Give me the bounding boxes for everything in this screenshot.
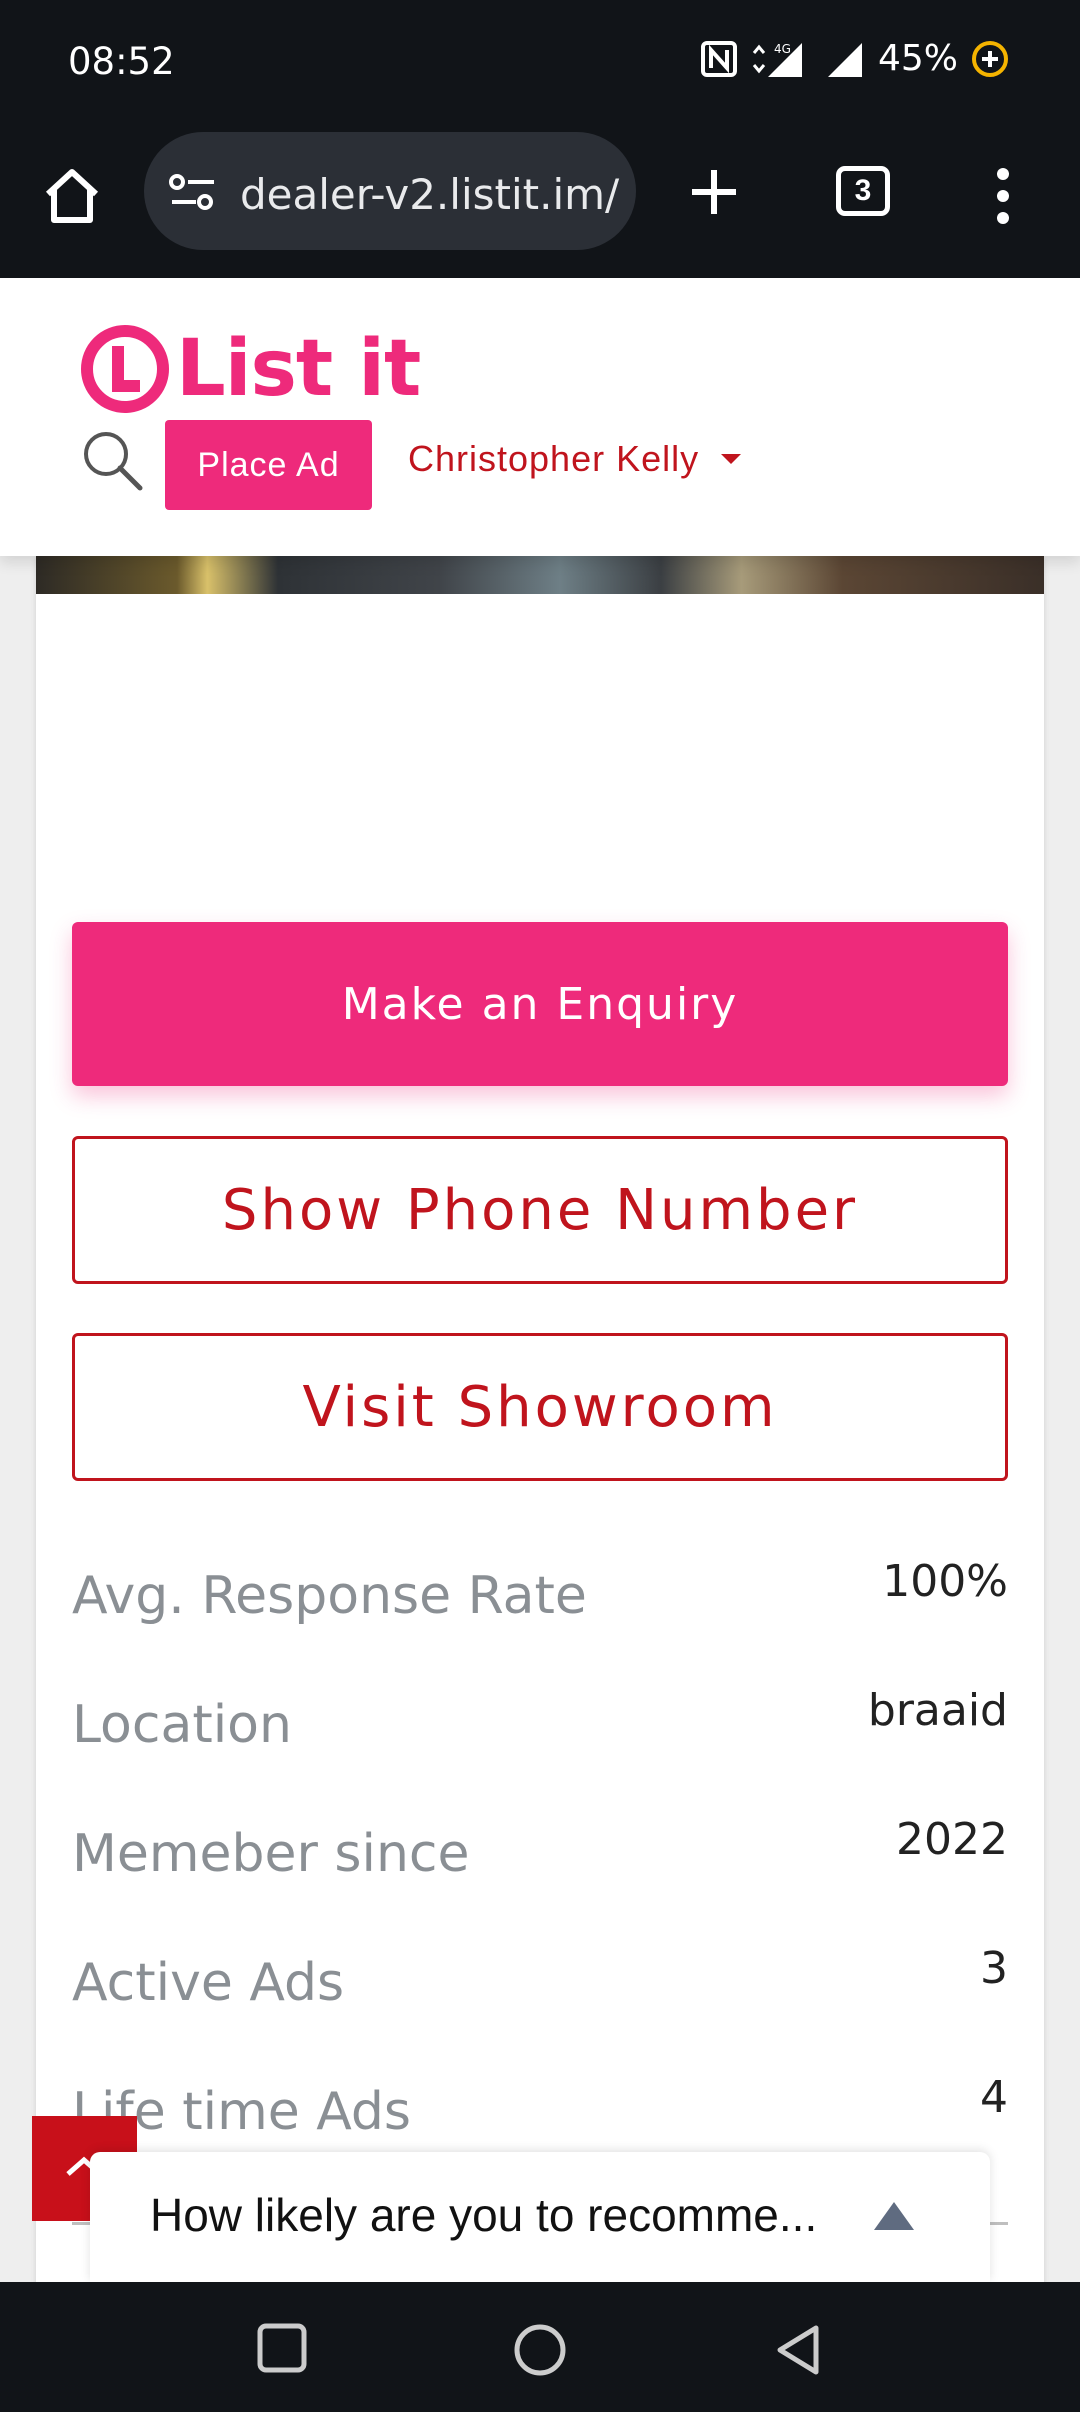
visit-showroom-button[interactable]: Visit Showroom bbox=[72, 1333, 1008, 1481]
stat-value: 2022 bbox=[896, 1814, 1008, 1865]
stat-active-ads: Active Ads 3 bbox=[72, 1943, 1008, 2023]
listing-photo bbox=[36, 556, 1044, 594]
stat-label: Active Ads bbox=[72, 1953, 345, 2013]
stat-label: Memeber since bbox=[72, 1824, 470, 1884]
mobile-signal-icon: 4G bbox=[752, 42, 802, 77]
logo-text: List it bbox=[176, 324, 421, 414]
show-phone-number-button[interactable]: Show Phone Number bbox=[72, 1136, 1008, 1284]
signal-icon bbox=[827, 42, 862, 77]
site-header: List it Place Ad Christopher Kelly bbox=[0, 278, 1080, 556]
stat-lifetime-ads: Life time Ads 4 bbox=[72, 2072, 1008, 2152]
make-enquiry-button[interactable]: Make an Enquiry bbox=[72, 922, 1008, 1086]
stat-value: 3 bbox=[980, 1943, 1008, 1994]
battery-percent: 45% bbox=[877, 38, 958, 79]
caret-down-icon bbox=[721, 454, 742, 464]
browser-toolbar: dealer-v2.listit.im/ 3 bbox=[0, 126, 1080, 278]
home-nav-icon[interactable] bbox=[512, 2322, 568, 2378]
stat-label: Avg. Response Rate bbox=[72, 1566, 587, 1626]
address-bar[interactable]: dealer-v2.listit.im/ bbox=[144, 132, 636, 250]
home-icon[interactable] bbox=[40, 164, 104, 228]
url-text[interactable]: dealer-v2.listit.im/ bbox=[240, 170, 620, 219]
expand-up-icon[interactable] bbox=[874, 2202, 914, 2230]
stat-location: Location braaid bbox=[72, 1685, 1008, 1765]
stat-response-rate: Avg. Response Rate 100% bbox=[72, 1556, 1008, 1636]
status-time: 08:52 bbox=[68, 40, 175, 83]
tab-switcher-button[interactable]: 3 bbox=[836, 166, 890, 216]
recent-apps-icon[interactable] bbox=[256, 2322, 308, 2374]
more-menu-icon[interactable] bbox=[990, 164, 1016, 228]
listit-logo-icon bbox=[81, 325, 169, 413]
site-logo[interactable]: List it bbox=[80, 324, 421, 414]
web-page: List it Place Ad Christopher Kelly Make … bbox=[0, 278, 1080, 2282]
stat-value: 100% bbox=[882, 1556, 1008, 1607]
new-tab-icon[interactable] bbox=[688, 166, 740, 218]
stat-label: Location bbox=[72, 1695, 292, 1755]
status-icons: 4G 45% bbox=[700, 38, 1010, 79]
survey-widget[interactable]: How likely are you to recomme... bbox=[90, 2152, 990, 2282]
status-bar: 08:52 4G 45% bbox=[0, 0, 1080, 126]
stat-value: braaid bbox=[867, 1685, 1008, 1736]
network-type-label: 4G bbox=[774, 42, 791, 56]
user-menu-dropdown[interactable]: Christopher Kelly bbox=[408, 438, 742, 480]
dealer-card: Make an Enquiry Show Phone Number Visit … bbox=[36, 556, 1044, 2282]
place-ad-button[interactable]: Place Ad bbox=[165, 420, 372, 510]
survey-question: How likely are you to recomme... bbox=[150, 2189, 818, 2241]
back-icon[interactable] bbox=[772, 2322, 824, 2378]
stat-member-since: Memeber since 2022 bbox=[72, 1814, 1008, 1894]
user-name: Christopher Kelly bbox=[408, 438, 700, 479]
system-nav-bar bbox=[0, 2282, 1080, 2412]
site-settings-icon[interactable] bbox=[168, 172, 218, 212]
nfc-icon bbox=[700, 40, 737, 77]
battery-saver-icon bbox=[972, 40, 1008, 77]
search-icon[interactable] bbox=[80, 428, 144, 492]
stat-value: 4 bbox=[980, 2072, 1008, 2123]
